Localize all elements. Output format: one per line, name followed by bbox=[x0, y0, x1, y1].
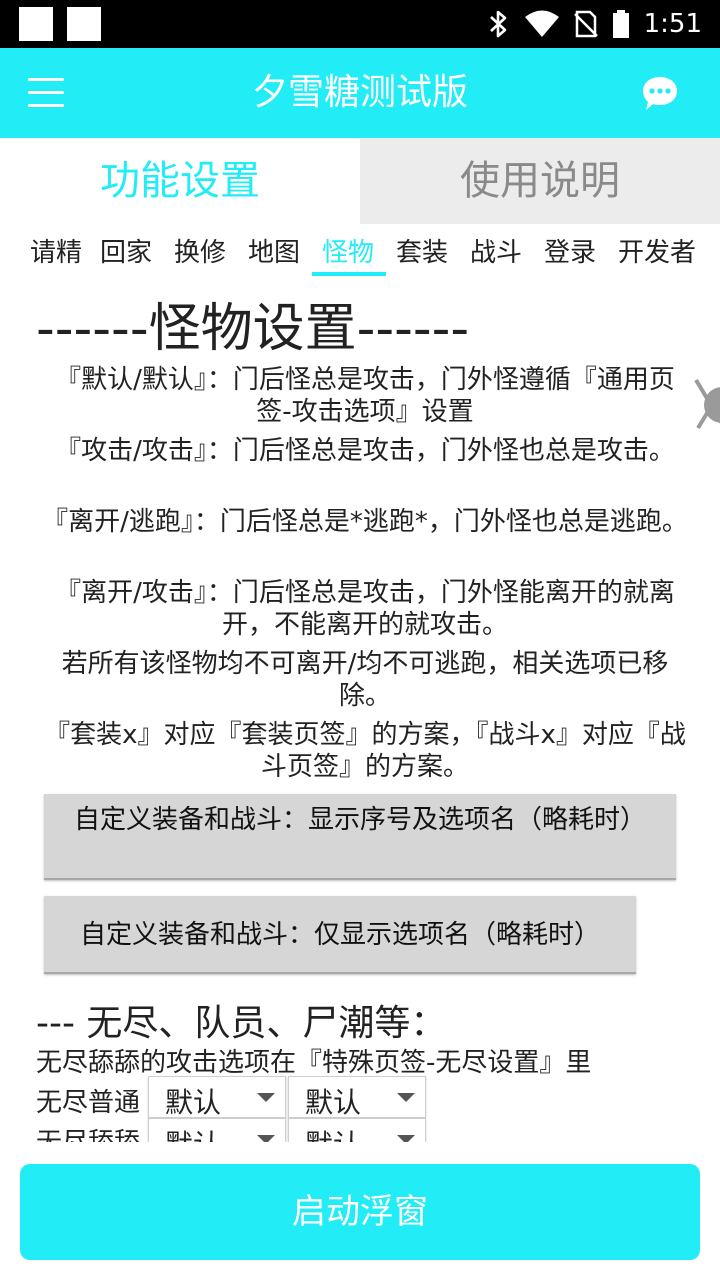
battery-icon bbox=[612, 10, 629, 38]
wifi-icon bbox=[524, 10, 559, 37]
endless-subheading: --- 无尽、队员、尸潮等： bbox=[36, 1003, 447, 1044]
app-title: 夕雪糖测试版 bbox=[251, 72, 468, 113]
endless-normal-select-2[interactable]: 默认 bbox=[288, 1076, 426, 1119]
endless-lick-select-1[interactable]: 默认 bbox=[148, 1118, 286, 1142]
active-subtab-indicator bbox=[312, 272, 386, 276]
status-bar: 1:51 bbox=[0, 0, 720, 48]
description-leave-attack: 『离开/攻击』：门后怪总是攻击，门外怪能离开的就离开，不能离开的就攻击。 bbox=[55, 578, 675, 640]
subtab-item-monster[interactable]: 怪物 bbox=[322, 232, 374, 269]
app-bar: 夕雪糖测试版 bbox=[0, 48, 720, 138]
clock: 1:51 bbox=[643, 9, 702, 39]
notification-icon bbox=[67, 7, 101, 41]
description-flee: 『离开/逃跑』：门后怪总是*逃跑*，门外怪也总是逃跑。 bbox=[42, 507, 688, 537]
tab-function-settings[interactable]: 功能设置 bbox=[0, 138, 360, 224]
custom-equipment-with-index-button[interactable]: 自定义装备和战斗：显示序号及选项名（略耗时） bbox=[44, 794, 676, 880]
bluetooth-icon bbox=[489, 10, 506, 38]
section-title: ------怪物设置------ bbox=[36, 299, 470, 359]
status-icons: 1:51 bbox=[488, 0, 702, 48]
start-floating-window-button[interactable]: 启动浮窗 bbox=[20, 1164, 700, 1260]
dropdown-arrow-icon bbox=[257, 1093, 275, 1102]
subtab-item[interactable]: 请精 bbox=[30, 232, 82, 269]
endless-lick-select-2[interactable]: 默认 bbox=[288, 1118, 426, 1142]
subtab-item[interactable]: 套装 bbox=[396, 232, 448, 269]
subtab-item[interactable]: 开发者 bbox=[618, 232, 696, 269]
dropdown-arrow-icon bbox=[397, 1135, 415, 1142]
no-sim-icon bbox=[573, 10, 598, 38]
subtab-item[interactable]: 登录 bbox=[544, 232, 596, 269]
monster-settings-panel[interactable]: ------怪物设置------ 『默认/默认』：门后怪总是攻击，门外怪遵循『通… bbox=[0, 280, 720, 1142]
subtab-item[interactable]: 地图 bbox=[248, 232, 300, 269]
custom-equipment-name-only-button[interactable]: 自定义装备和战斗：仅显示选项名（略耗时） bbox=[44, 896, 636, 974]
subtab-item[interactable]: 战斗 bbox=[470, 232, 522, 269]
description-attack: 『攻击/攻击』：门后怪总是攻击，门外怪也总是攻击。 bbox=[55, 436, 675, 466]
main-tabs: 功能设置 使用说明 bbox=[0, 138, 720, 224]
endless-lick-label: 无尽舔舔 bbox=[36, 1122, 140, 1142]
description-removed: 若所有该怪物均不可离开/均不可逃跑，相关选项已移除。 bbox=[61, 649, 669, 711]
description-default: 『默认/默认』：门后怪总是攻击，门外怪遵循『通用页签-攻击选项』设置 bbox=[55, 365, 675, 427]
subtab-item[interactable]: 换修 bbox=[174, 232, 226, 269]
floating-handle-icon[interactable] bbox=[690, 370, 720, 440]
chat-icon[interactable] bbox=[640, 74, 680, 114]
tab-instructions[interactable]: 使用说明 bbox=[360, 138, 720, 224]
subtab-item[interactable]: 回家 bbox=[100, 232, 152, 269]
dropdown-arrow-icon bbox=[397, 1093, 415, 1102]
description-suit-battle: 『套装x』对应『套装页签』的方案，『战斗x』对应『战斗页签』的方案。 bbox=[44, 720, 686, 782]
dropdown-arrow-icon bbox=[257, 1135, 275, 1142]
endless-normal-label: 无尽普通 bbox=[36, 1088, 141, 1118]
notification-icon bbox=[19, 7, 53, 41]
endless-normal-select-1[interactable]: 默认 bbox=[148, 1076, 286, 1119]
endless-note: 无尽舔舔的攻击选项在『特殊页签-无尽设置』里 bbox=[36, 1048, 592, 1078]
